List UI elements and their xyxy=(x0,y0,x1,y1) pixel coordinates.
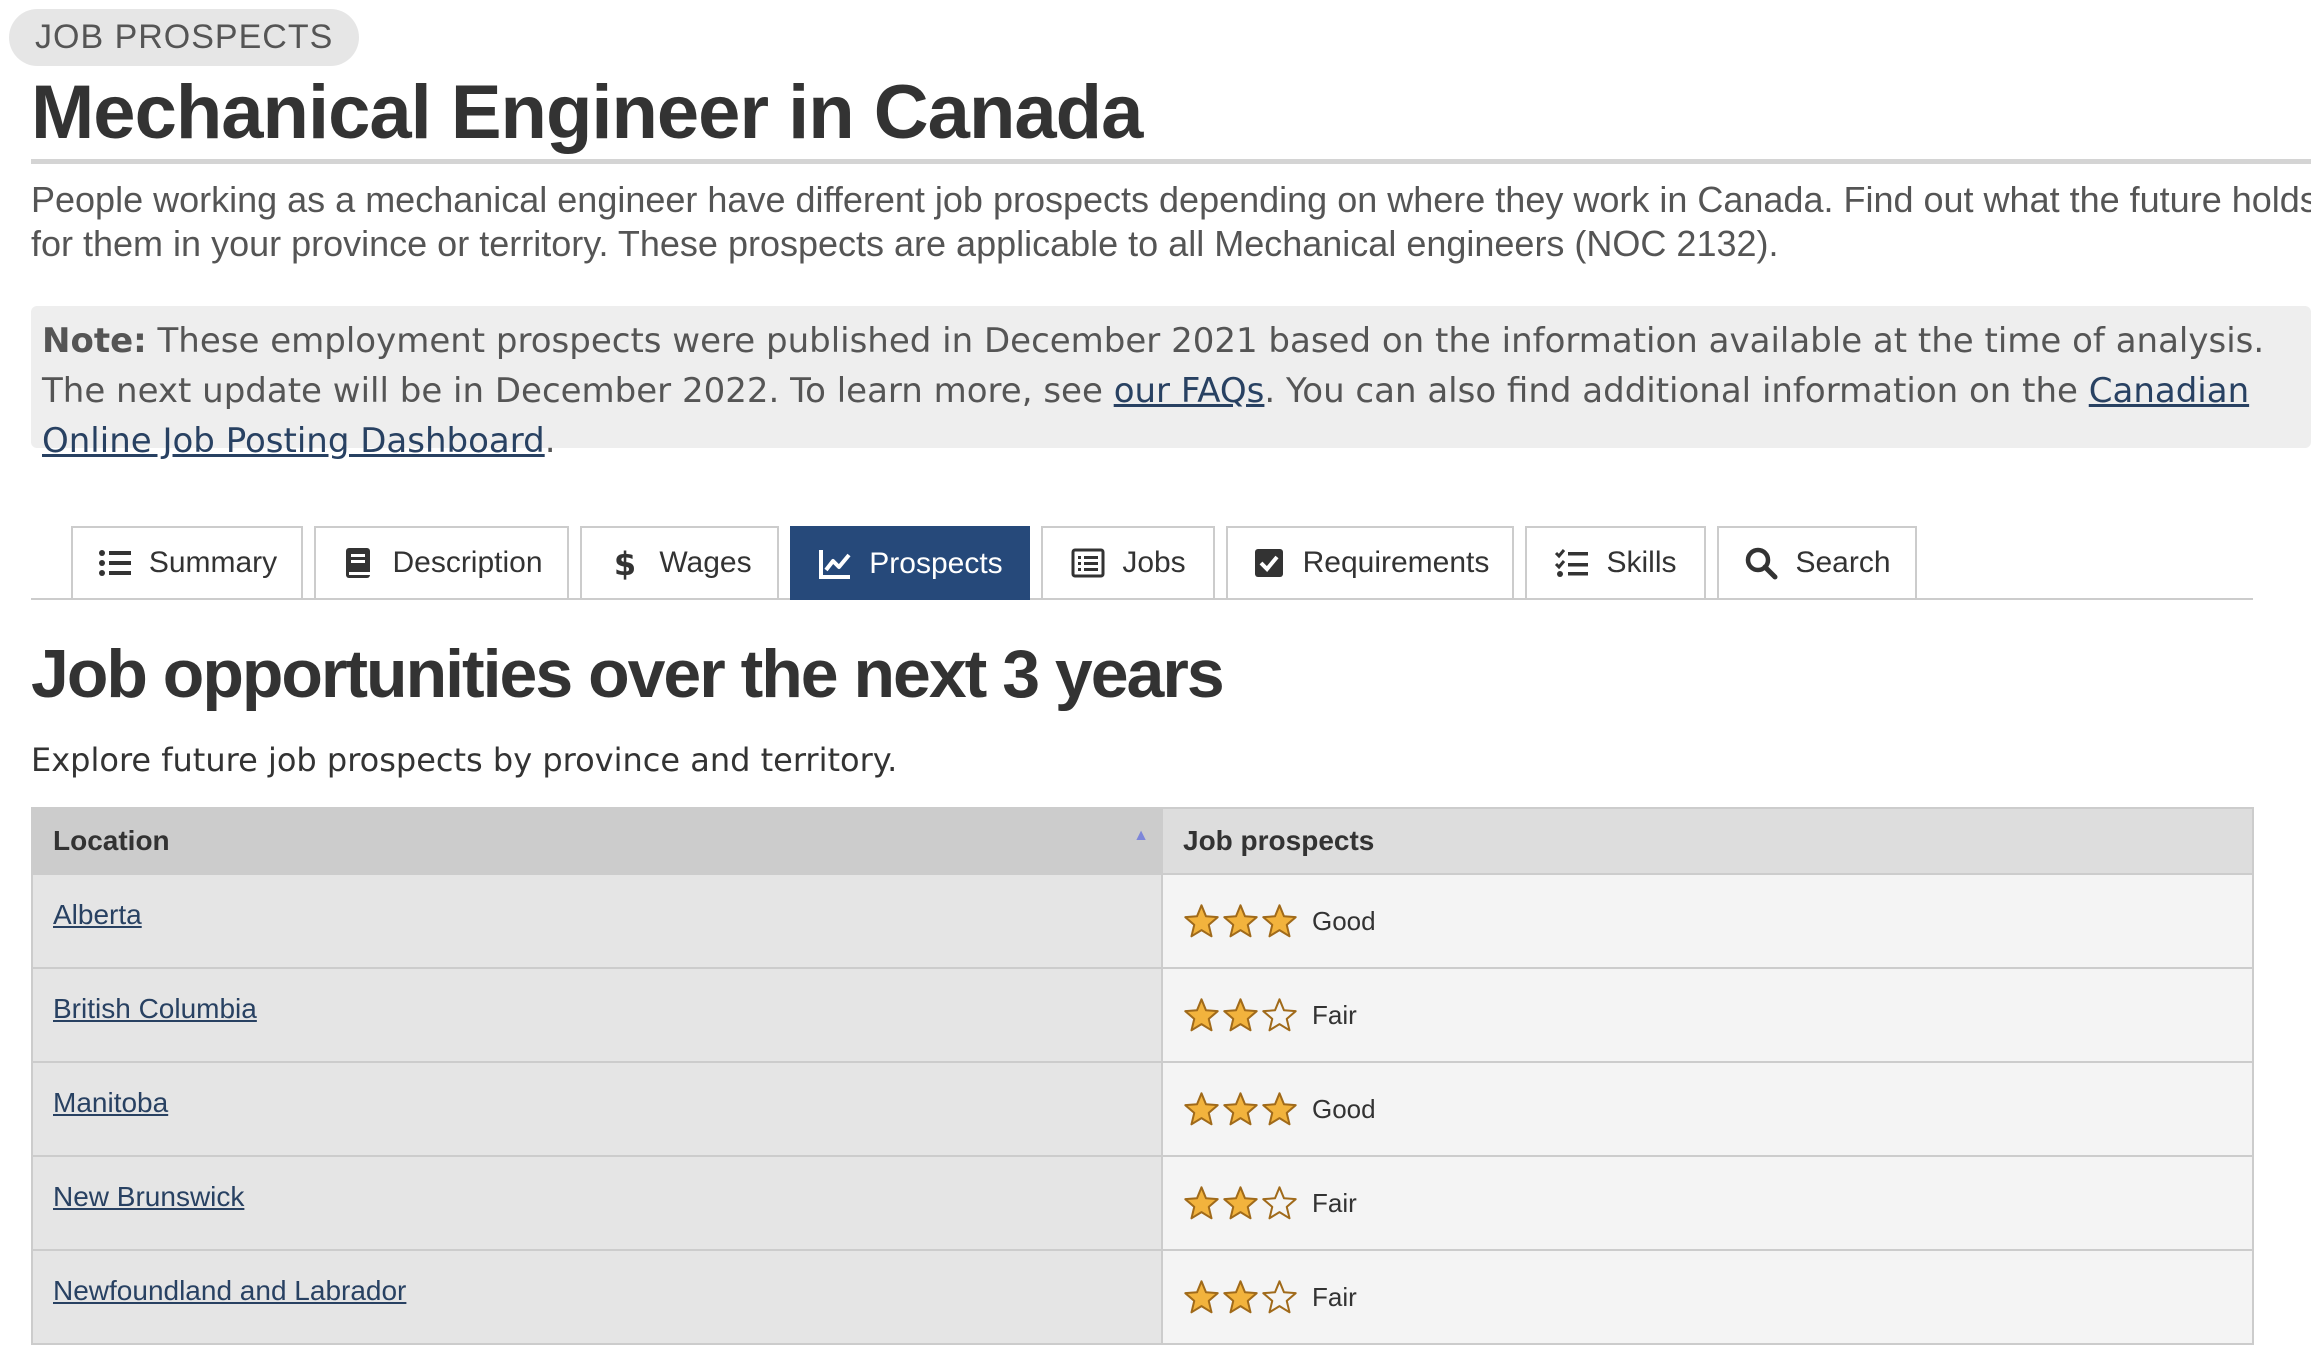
check-square-icon xyxy=(1251,545,1287,581)
star-rating xyxy=(1183,903,1298,940)
rating-label: Good xyxy=(1312,1093,1376,1124)
star-filled-icon xyxy=(1183,997,1220,1034)
location-link[interactable]: Newfoundland and Labrador xyxy=(53,1275,406,1306)
location-cell: Newfoundland and Labrador xyxy=(31,1249,1163,1345)
tab-label: Wages xyxy=(659,546,752,579)
page-kicker: JOB PROSPECTS xyxy=(9,9,360,66)
star-rating xyxy=(1183,1091,1298,1128)
tab-summary[interactable]: Summary xyxy=(71,526,303,598)
star-filled-icon xyxy=(1261,903,1298,940)
tab-label: Summary xyxy=(148,546,278,579)
tab-requirements[interactable]: Requirements xyxy=(1226,526,1514,598)
title-divider xyxy=(31,159,2311,164)
star-filled-icon xyxy=(1183,1279,1220,1316)
section-title: Job opportunities over the next 3 years xyxy=(31,636,1225,712)
svg-text:$: $ xyxy=(614,545,636,581)
star-filled-icon xyxy=(1222,903,1259,940)
star-empty-icon xyxy=(1261,997,1298,1034)
list-alt-icon xyxy=(1070,545,1106,581)
rating-group: Good xyxy=(1183,903,2232,940)
rating-label: Fair xyxy=(1312,1281,1357,1312)
prospects-cell: Good xyxy=(1161,873,2254,969)
rating-group: Fair xyxy=(1183,997,2232,1034)
faq-link[interactable]: our FAQs xyxy=(1114,371,1265,411)
table-row: British Columbia Fair xyxy=(31,967,2254,1063)
tab-wages[interactable]: $ Wages xyxy=(580,526,779,598)
tab-label: Description xyxy=(392,546,543,579)
note-text-middle: . You can also find additional informati… xyxy=(1264,371,2089,411)
page-title: Mechanical Engineer in Canada xyxy=(31,70,1143,155)
location-link[interactable]: New Brunswick xyxy=(53,1181,244,1212)
rating-label: Fair xyxy=(1312,999,1357,1030)
tab-label: Skills xyxy=(1606,546,1677,579)
location-header-label: Location xyxy=(53,825,170,856)
star-filled-icon xyxy=(1222,997,1259,1034)
chart-line-icon xyxy=(817,546,853,582)
note-box: Note: These employment prospects were pu… xyxy=(31,306,2311,461)
tab-label: Requirements xyxy=(1302,546,1490,579)
star-filled-icon xyxy=(1222,1185,1259,1222)
star-filled-icon xyxy=(1222,1091,1259,1128)
prospects-cell: Fair xyxy=(1161,967,2254,1063)
star-rating xyxy=(1183,1185,1298,1222)
star-filled-icon xyxy=(1261,1091,1298,1128)
tab-search[interactable]: Search xyxy=(1717,526,1917,598)
tab-skills[interactable]: Skills xyxy=(1525,526,1706,598)
section-subtitle: Explore future job prospects by province… xyxy=(31,741,898,779)
table-row: Newfoundland and Labrador Fair xyxy=(31,1249,2254,1345)
rating-group: Good xyxy=(1183,1091,2232,1128)
star-empty-icon xyxy=(1261,1279,1298,1316)
star-rating xyxy=(1183,1279,1298,1316)
tab-jobs[interactable]: Jobs xyxy=(1041,526,1215,598)
location-cell: British Columbia xyxy=(31,967,1163,1063)
star-filled-icon xyxy=(1183,1091,1220,1128)
location-column-header[interactable]: Location ▲ xyxy=(31,807,1163,875)
prospects-cell: Fair xyxy=(1161,1155,2254,1251)
star-filled-icon xyxy=(1183,1185,1220,1222)
location-cell: Manitoba xyxy=(31,1061,1163,1157)
prospects-header-label: Job prospects xyxy=(1183,825,1375,856)
location-link[interactable]: British Columbia xyxy=(53,993,257,1024)
prospects-column-header[interactable]: Job prospects xyxy=(1161,807,2254,875)
sort-ascending-icon: ▲ xyxy=(1133,827,1149,844)
note-label: Note: xyxy=(42,321,147,361)
rating-group: Fair xyxy=(1183,1185,2232,1222)
star-rating xyxy=(1183,997,1298,1034)
tab-bar: Summary Description $ Wages Prospects Jo… xyxy=(31,526,2253,600)
tab-label: Jobs xyxy=(1122,546,1186,579)
location-link[interactable]: Alberta xyxy=(53,899,142,930)
search-icon xyxy=(1743,545,1779,581)
rating-group: Fair xyxy=(1183,1279,2232,1316)
tab-prospects[interactable]: Prospects xyxy=(790,526,1030,600)
intro-text: People working as a mechanical engineer … xyxy=(31,179,2311,264)
star-empty-icon xyxy=(1261,1185,1298,1222)
dollar-icon: $ xyxy=(607,545,643,581)
table-row: New Brunswick Fair xyxy=(31,1155,2254,1251)
table-header-row: Location ▲ Job prospects xyxy=(31,807,2254,875)
location-cell: Alberta xyxy=(31,873,1163,969)
rating-label: Fair xyxy=(1312,1187,1357,1218)
star-filled-icon xyxy=(1183,903,1220,940)
tab-label: Prospects xyxy=(869,547,1003,580)
prospects-table: Location ▲ Job prospects Alberta Good Brit… xyxy=(31,807,2254,1345)
table-row: Alberta Good xyxy=(31,873,2254,969)
tasks-icon xyxy=(1554,545,1590,581)
prospects-cell: Good xyxy=(1161,1061,2254,1157)
tab-label: Search xyxy=(1795,546,1891,579)
note-text-end: . xyxy=(544,421,556,461)
prospects-cell: Fair xyxy=(1161,1249,2254,1345)
rating-label: Good xyxy=(1312,905,1376,936)
table-row: Manitoba Good xyxy=(31,1061,2254,1157)
book-icon xyxy=(340,545,376,581)
location-link[interactable]: Manitoba xyxy=(53,1087,168,1118)
tab-description[interactable]: Description xyxy=(314,526,569,598)
location-cell: New Brunswick xyxy=(31,1155,1163,1251)
list-icon xyxy=(97,545,133,581)
star-filled-icon xyxy=(1222,1279,1259,1316)
